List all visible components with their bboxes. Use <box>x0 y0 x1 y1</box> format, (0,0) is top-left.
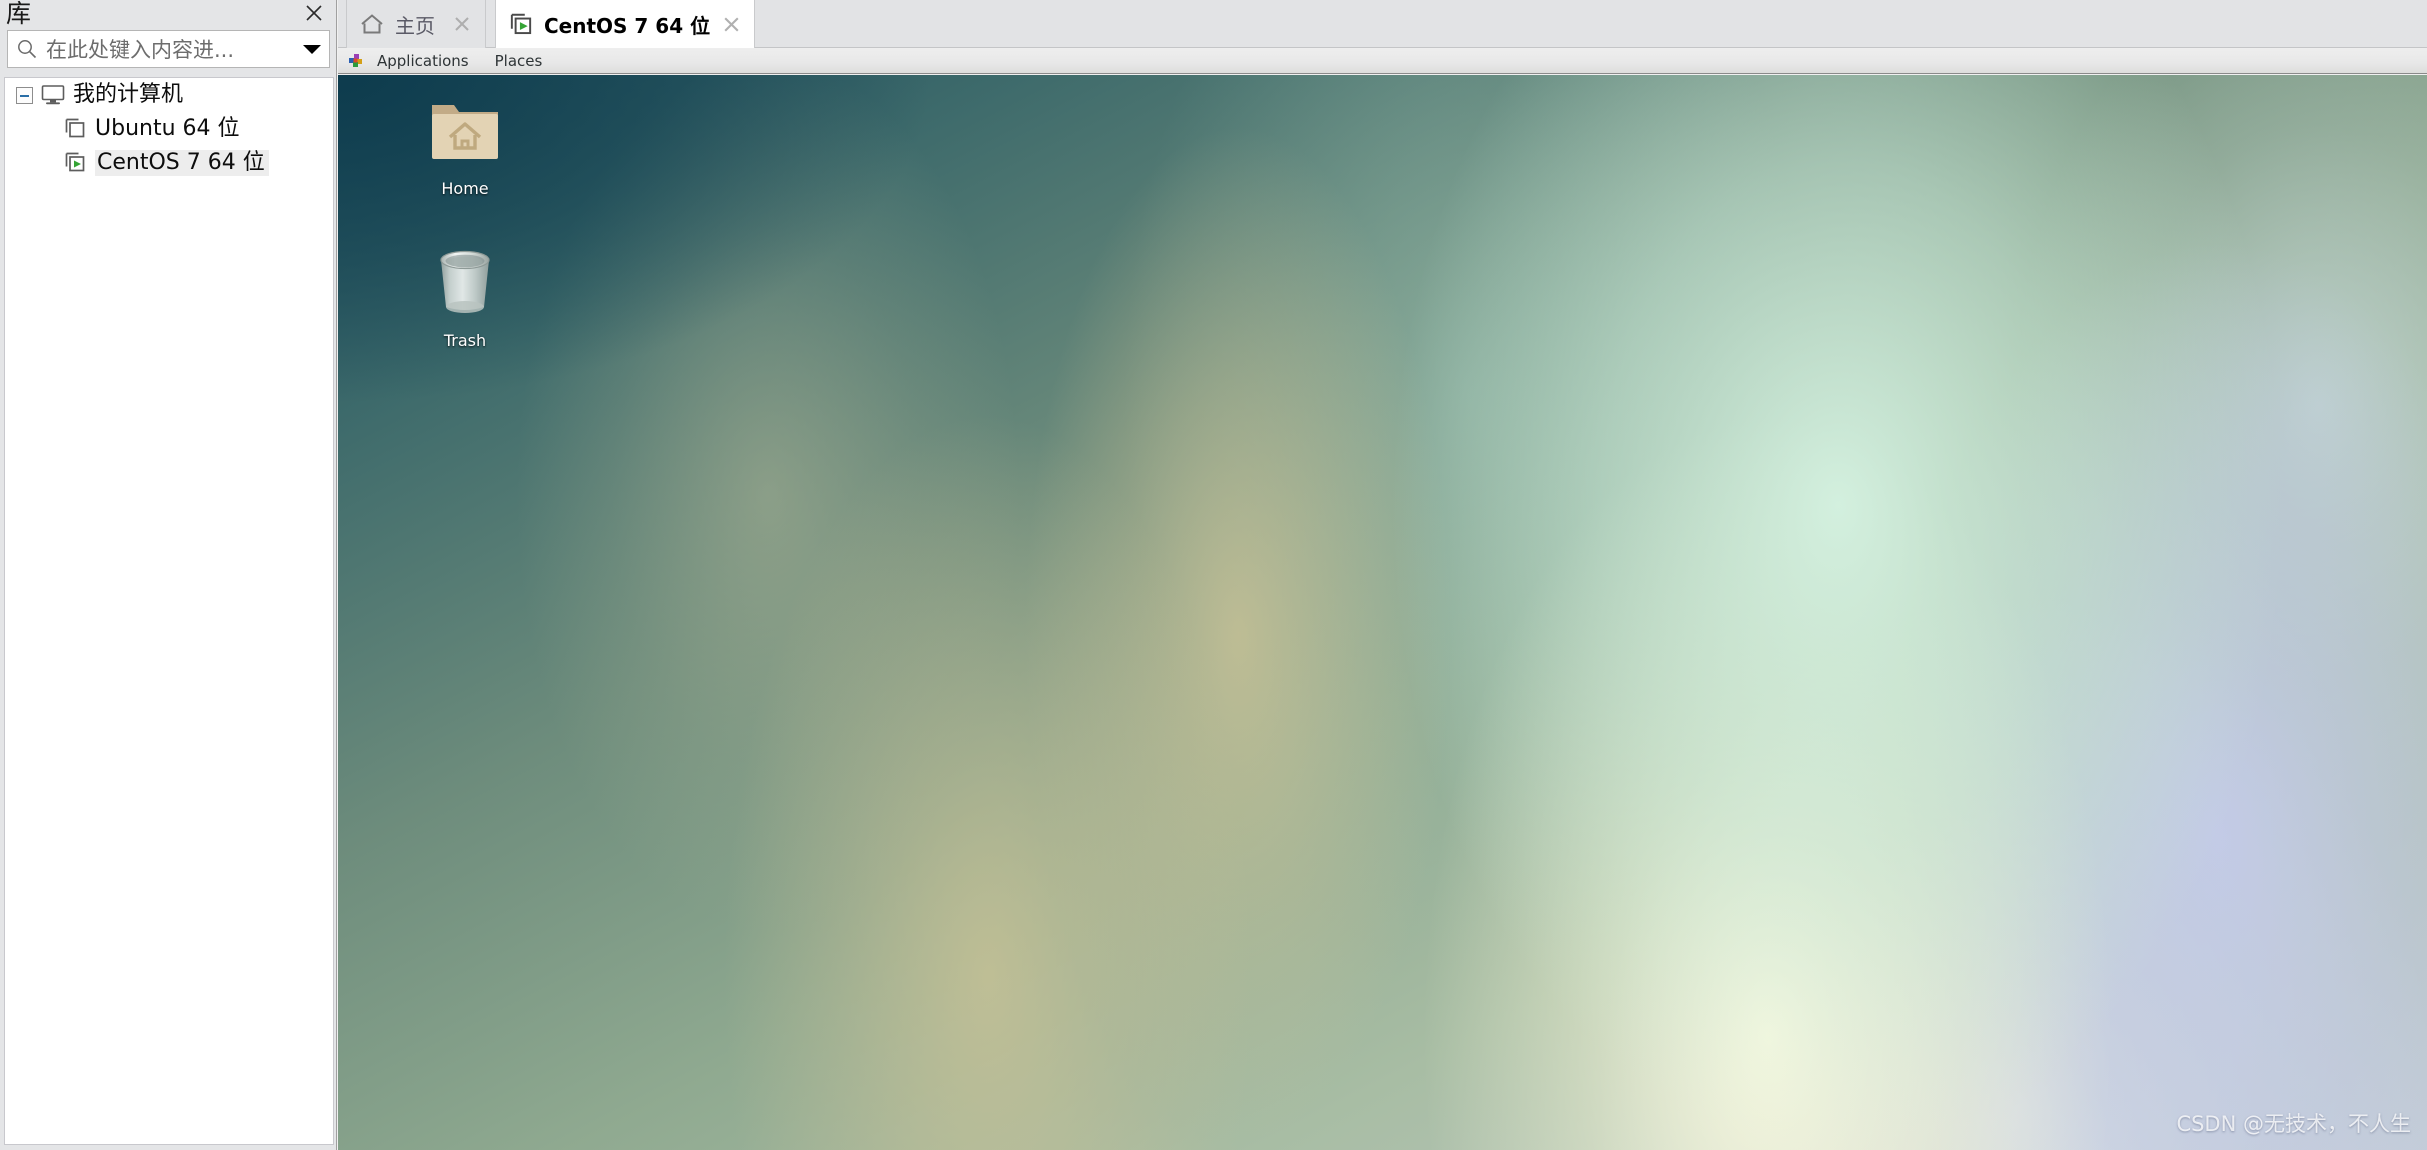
library-titlebar: 库 <box>0 0 337 28</box>
home-folder-icon <box>426 97 504 172</box>
trash-icon <box>428 247 502 324</box>
library-title: 库 <box>6 0 32 28</box>
vm-stopped-icon <box>61 116 89 142</box>
tree-item-label: Ubuntu 64 位 <box>95 116 240 141</box>
panel-menu-applications[interactable]: Applications <box>377 52 469 70</box>
desktop-wallpaper <box>338 75 2427 1150</box>
vmware-workstation-window: 库 在此处键入内容进... 我的计算机 Ubuntu 64 位 CentOS 7… <box>0 0 2427 1150</box>
library-search-box[interactable]: 在此处键入内容进... <box>7 30 330 68</box>
tab-label: 主页 <box>395 13 435 38</box>
library-panel: 库 在此处键入内容进... 我的计算机 Ubuntu 64 位 CentOS 7… <box>0 0 337 1150</box>
close-icon[interactable] <box>301 0 327 26</box>
chevron-down-icon[interactable] <box>295 31 329 67</box>
desktop-icon-home[interactable]: Home <box>400 97 530 198</box>
tree-item-label: CentOS 7 64 位 <box>95 150 269 176</box>
gnome-top-panel: Applications Places <box>338 48 2427 74</box>
vm-desktop[interactable]: Home Trash CSDN @无技术，不人生 <box>338 75 2427 1150</box>
tree-item-my-computer[interactable]: 我的计算机 <box>5 78 333 112</box>
desktop-icon-label: Home <box>441 179 489 198</box>
library-tree: 我的计算机 Ubuntu 64 位 CentOS 7 64 位 <box>4 77 334 1145</box>
tree-item-centos7[interactable]: CentOS 7 64 位 <box>5 146 333 180</box>
collapse-icon[interactable] <box>13 84 35 106</box>
search-icon <box>8 31 46 67</box>
tab-label: CentOS 7 64 位 <box>544 14 711 38</box>
tree-item-label: 我的计算机 <box>73 82 184 107</box>
home-icon <box>357 9 387 39</box>
search-input[interactable]: 在此处键入内容进... <box>46 34 295 64</box>
close-icon[interactable] <box>718 12 744 38</box>
close-icon[interactable] <box>449 11 475 37</box>
vm-running-icon <box>61 150 89 176</box>
gnome-foot-icon <box>347 52 365 70</box>
tab-strip: 主页 CentOS 7 64 位 <box>338 0 2427 49</box>
desktop-icon-trash[interactable]: Trash <box>400 247 530 350</box>
vm-content-area: 主页 CentOS 7 64 位 Applications Places Hom… <box>338 0 2427 1150</box>
tab-home[interactable]: 主页 <box>346 0 486 48</box>
panel-menu-places[interactable]: Places <box>495 52 543 70</box>
desktop-icon-label: Trash <box>443 331 487 350</box>
tree-item-ubuntu[interactable]: Ubuntu 64 位 <box>5 112 333 146</box>
monitor-icon <box>39 82 67 108</box>
tab-centos7[interactable]: CentOS 7 64 位 <box>495 0 755 49</box>
vm-running-icon <box>506 10 536 40</box>
